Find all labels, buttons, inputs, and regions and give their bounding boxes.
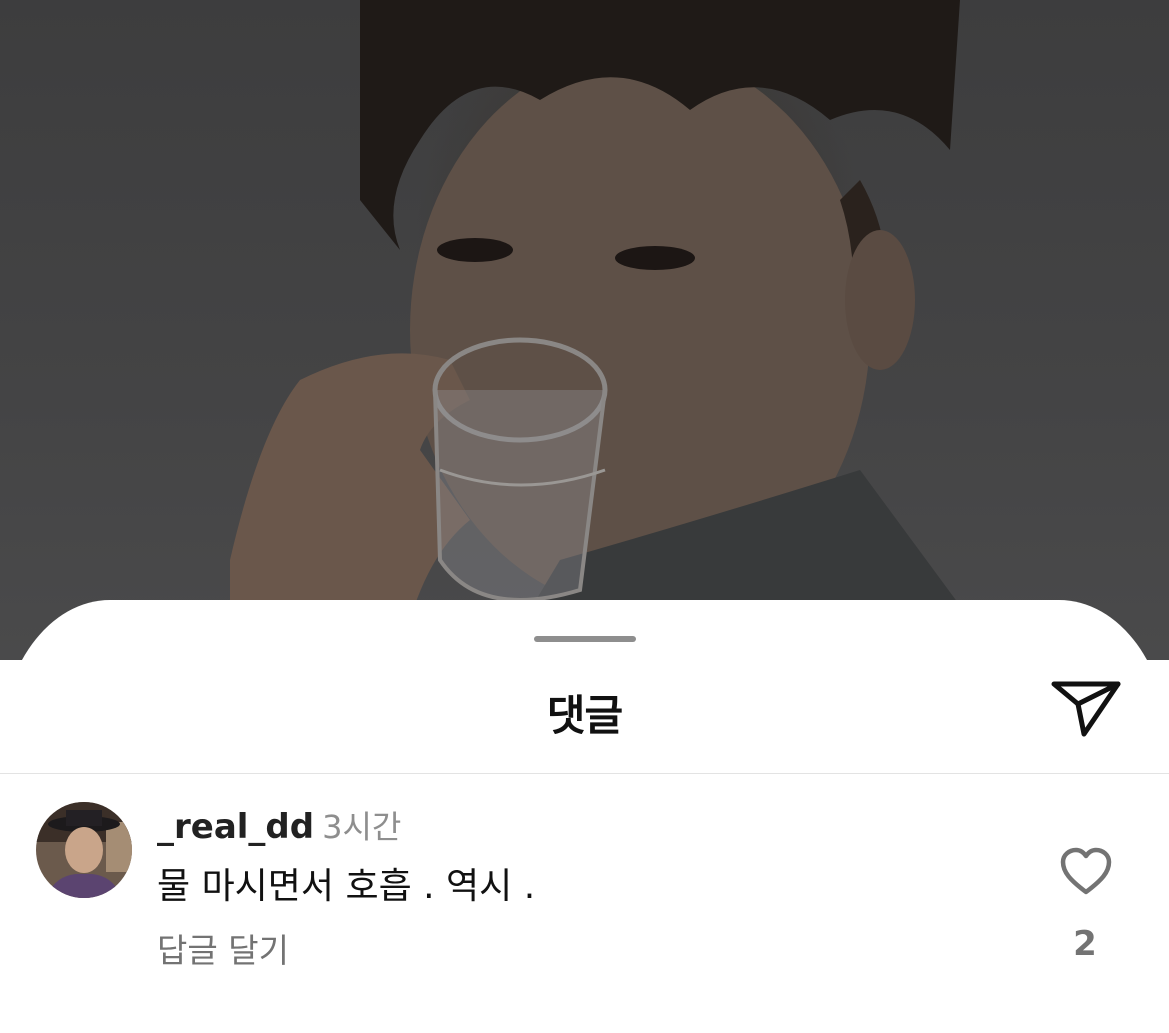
- comment-text: 물 마시면서 호흡 . 역시 .: [157, 866, 536, 907]
- reply-button[interactable]: 답글 달기: [157, 924, 289, 972]
- comment-timestamp: 3시간: [322, 808, 402, 846]
- avatar[interactable]: [36, 802, 132, 898]
- like-button[interactable]: [1058, 846, 1114, 898]
- paper-plane-icon: [1051, 681, 1121, 737]
- post-photo-illustration: [230, 0, 1000, 660]
- comments-bottom-sheet: 댓글 _real_dd 3시간 물 마시면서 호흡 . 역시 . 답글 달기 2: [0, 600, 1169, 1033]
- post-photo-dimmed: [0, 0, 1169, 660]
- comment-username[interactable]: _real_dd: [157, 807, 314, 847]
- heart-outline-icon: [1060, 847, 1112, 895]
- share-button[interactable]: [1048, 674, 1124, 740]
- header-divider: [0, 773, 1169, 774]
- avatar-image: [36, 802, 132, 898]
- comments-screen: 댓글 _real_dd 3시간 물 마시면서 호흡 . 역시 . 답글 달기 2: [0, 0, 1169, 1033]
- sheet-drag-handle[interactable]: [534, 636, 636, 642]
- comment-meta: _real_dd 3시간: [157, 802, 401, 848]
- comment-item: _real_dd 3시간 물 마시면서 호흡 . 역시 . 답글 달기 2: [0, 800, 1169, 1000]
- sheet-title: 댓글: [546, 691, 623, 740]
- like-count: 2: [1073, 924, 1097, 964]
